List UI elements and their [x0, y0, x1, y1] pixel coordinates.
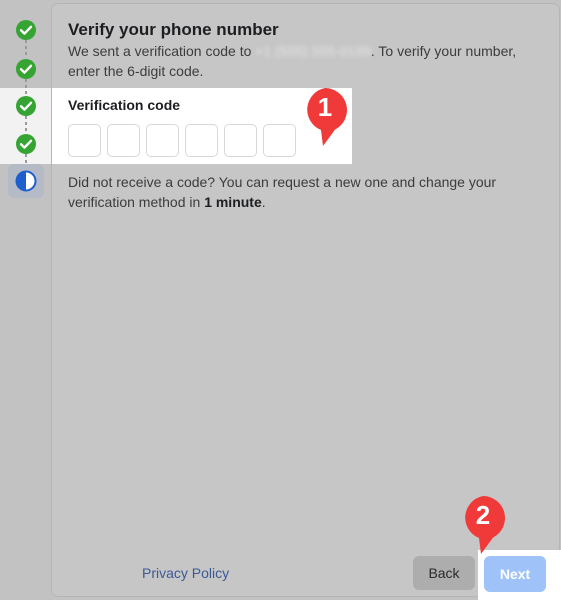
- code-digit-2[interactable]: [107, 124, 140, 157]
- resend-info-text: Did not receive a code? You can request …: [68, 172, 528, 212]
- half-circle-icon: [15, 170, 37, 192]
- back-button[interactable]: Back: [413, 556, 475, 590]
- code-digit-6[interactable]: [263, 124, 296, 157]
- check-circle-icon: [15, 19, 37, 41]
- next-button[interactable]: Next: [484, 556, 546, 592]
- instructions-text: We sent a verification code to +1 (555) …: [68, 41, 548, 81]
- annotation-marker-1: 1: [301, 86, 349, 146]
- privacy-policy-link[interactable]: Privacy Policy: [142, 565, 229, 581]
- phone-number-redacted: +1 (555) 555-0199: [255, 43, 371, 59]
- instructions-prefix: We sent a verification code to: [68, 43, 252, 59]
- code-digit-5[interactable]: [224, 124, 257, 157]
- verification-code-label: Verification code: [68, 97, 181, 113]
- step-connector: [25, 116, 27, 132]
- code-digit-1[interactable]: [68, 124, 101, 157]
- verification-code-inputs: [68, 124, 296, 157]
- marker-label: 2: [475, 500, 491, 530]
- check-circle-icon: [15, 95, 37, 117]
- marker-label: 1: [317, 92, 333, 122]
- resend-prefix: Did not receive a code? You can request …: [68, 174, 497, 210]
- page-title: Verify your phone number: [68, 20, 279, 39]
- step-connector: [25, 79, 27, 95]
- code-digit-4[interactable]: [185, 124, 218, 157]
- annotation-marker-2: 2: [459, 494, 507, 554]
- resend-countdown: 1 minute: [204, 194, 262, 210]
- code-digit-3[interactable]: [146, 124, 179, 157]
- check-circle-icon: [15, 133, 37, 155]
- check-circle-icon: [15, 58, 37, 80]
- step-connector: [25, 40, 27, 58]
- resend-suffix: .: [261, 194, 266, 210]
